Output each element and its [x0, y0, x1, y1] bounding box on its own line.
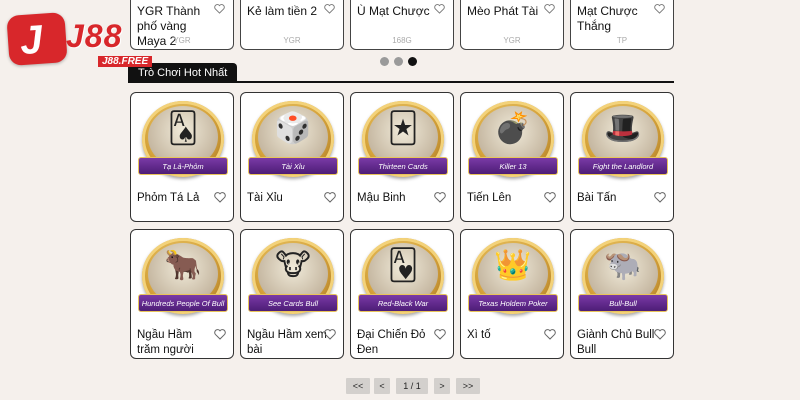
game-name: Tiến Lên [467, 192, 512, 204]
game-name: Tài Xỉu [247, 192, 283, 204]
thumbnail-ribbon: Hundreds People Of Bull [138, 294, 228, 312]
thumbnail-ribbon: Thirteen Cards [358, 157, 448, 175]
game-thumbnail: 🐂 Hundreds People Of Bull [138, 236, 228, 318]
heart-icon[interactable] [324, 192, 336, 203]
heart-icon[interactable] [654, 4, 665, 14]
game-thumbnail: 🂱 Red-Black War [358, 236, 448, 318]
logo-text: J88 [66, 18, 123, 54]
thumbnail-ribbon: Tài Xỉu [248, 157, 338, 175]
game-name: Mèo Phát Tài [467, 4, 539, 18]
game-lobby-page: J J88 J88.FREE YGR Thành phố vàng Maya 2… [0, 0, 800, 400]
top-game-card[interactable]: Kẻ làm tiền 2 YGR [240, 0, 344, 50]
top-game-card[interactable]: Ù Mạt Chược 168G [350, 0, 454, 50]
provider-label: YGR [503, 36, 521, 45]
heart-icon[interactable] [324, 329, 336, 340]
game-thumbnail: 🂡 Tạ Lả-Phỏm [138, 99, 228, 181]
heart-icon[interactable] [434, 329, 446, 340]
cards-icon: 🂡 [167, 112, 199, 145]
game-thumbnail: 🐃 Bull-Bull [578, 236, 668, 318]
joker-card-icon: 🃏 [387, 112, 419, 145]
logo-badge: J [6, 12, 68, 66]
game-name: Phỏm Tá Lả [137, 192, 200, 204]
thumbnail-ribbon: Texas Holdem Poker [468, 294, 558, 312]
logo-subtitle: J88.FREE [98, 56, 153, 67]
cow-icon: 🐮 [275, 249, 311, 282]
game-name: Ù Mạt Chược [357, 4, 430, 18]
thumbnail-ribbon: Fight the Landlord [578, 157, 668, 175]
heart-icon[interactable] [544, 4, 555, 14]
game-card[interactable]: 🐃 Bull-Bull Giành Chủ Bull Bull [570, 229, 674, 359]
crown-icon: 👑 [494, 249, 532, 282]
playing-card-icon: 🂱 [387, 249, 419, 282]
provider-label: 168G [392, 36, 412, 45]
game-thumbnail: 🐮 See Cards Bull [248, 236, 338, 318]
heart-icon[interactable] [434, 4, 445, 14]
heart-icon[interactable] [654, 329, 666, 340]
game-card[interactable]: 🃏 Thirteen Cards Mậu Binh [350, 92, 454, 222]
thumbnail-ribbon: Red-Black War [358, 294, 448, 312]
heart-icon[interactable] [324, 4, 335, 14]
carousel-dots [380, 53, 422, 66]
page-indicator: 1 / 1 [396, 378, 428, 394]
first-page-button[interactable]: << [346, 378, 370, 394]
thumbnail-ribbon: Tạ Lả-Phỏm [138, 157, 228, 175]
bomb-icon: 💣 [494, 112, 532, 145]
thumbnail-ribbon: Killer 13 [468, 157, 558, 175]
game-card[interactable]: 🎩 Fight the Landlord Bài Tấn [570, 92, 674, 222]
provider-label: TP [616, 36, 628, 45]
game-card[interactable]: 🐮 See Cards Bull Ngầu Hầm xem bài [240, 229, 344, 359]
dice-icon: 🎲 [274, 112, 312, 145]
heart-icon[interactable] [544, 192, 556, 203]
heart-icon[interactable] [214, 192, 226, 203]
game-name: Đại Chiến Đỏ Đen [357, 329, 426, 356]
provider-label: YGR [283, 36, 301, 45]
game-card[interactable]: 🎲 Tài Xỉu Tài Xỉu [240, 92, 344, 222]
game-thumbnail: 🃏 Thirteen Cards [358, 99, 448, 181]
game-name: Bài Tấn [577, 192, 617, 204]
thumbnail-ribbon: See Cards Bull [248, 294, 338, 312]
j88-logo[interactable]: J J88 J88.FREE [6, 10, 158, 68]
section-header: Trò Chơi Hot Nhất [128, 63, 674, 83]
top-hat-icon: 🎩 [604, 112, 642, 145]
game-name: Kẻ làm tiền 2 [247, 4, 318, 18]
next-page-button[interactable]: > [434, 378, 450, 394]
game-name: Ngầu Hầm xem bài [247, 329, 327, 356]
game-thumbnail: 🎲 Tài Xỉu [248, 99, 338, 181]
game-card[interactable]: 👑 Texas Holdem Poker Xì tố [460, 229, 564, 359]
heart-icon[interactable] [434, 192, 446, 203]
bull-head-icon: 🐃 [604, 249, 642, 282]
game-card[interactable]: 🂱 Red-Black War Đại Chiến Đỏ Đen [350, 229, 454, 359]
thumbnail-ribbon: Bull-Bull [578, 294, 668, 312]
game-card[interactable]: 💣 Killer 13 Tiến Lên [460, 92, 564, 222]
heart-icon[interactable] [214, 4, 225, 14]
heart-icon[interactable] [654, 192, 666, 203]
logo-badge-letter: J [18, 17, 44, 64]
game-thumbnail: 💣 Killer 13 [468, 99, 558, 181]
game-name: Xì tố [467, 329, 491, 341]
game-name: Mạt Chược Thắng [577, 4, 638, 33]
game-thumbnail: 🎩 Fight the Landlord [578, 99, 668, 181]
game-thumbnail: 👑 Texas Holdem Poker [468, 236, 558, 318]
game-name: Mậu Binh [357, 192, 406, 204]
heart-icon[interactable] [214, 329, 226, 340]
top-game-card[interactable]: Mạt Chược Thắng TP [570, 0, 674, 50]
heart-icon[interactable] [544, 329, 556, 340]
game-card[interactable]: 🂡 Tạ Lả-Phỏm Phỏm Tá Lả [130, 92, 234, 222]
game-card[interactable]: 🐂 Hundreds People Of Bull Ngầu Hầm trăm … [130, 229, 234, 359]
game-name: Ngầu Hầm trăm người [137, 329, 194, 356]
bull-icon: 🐂 [164, 249, 202, 282]
game-name: Giành Chủ Bull Bull [577, 329, 655, 356]
last-page-button[interactable]: >> [456, 378, 480, 394]
top-games-row: YGR Thành phố vàng Maya 2 YGR Kẻ làm tiề… [130, 0, 680, 50]
prev-page-button[interactable]: < [374, 378, 390, 394]
top-game-card[interactable]: Mèo Phát Tài YGR [460, 0, 564, 50]
